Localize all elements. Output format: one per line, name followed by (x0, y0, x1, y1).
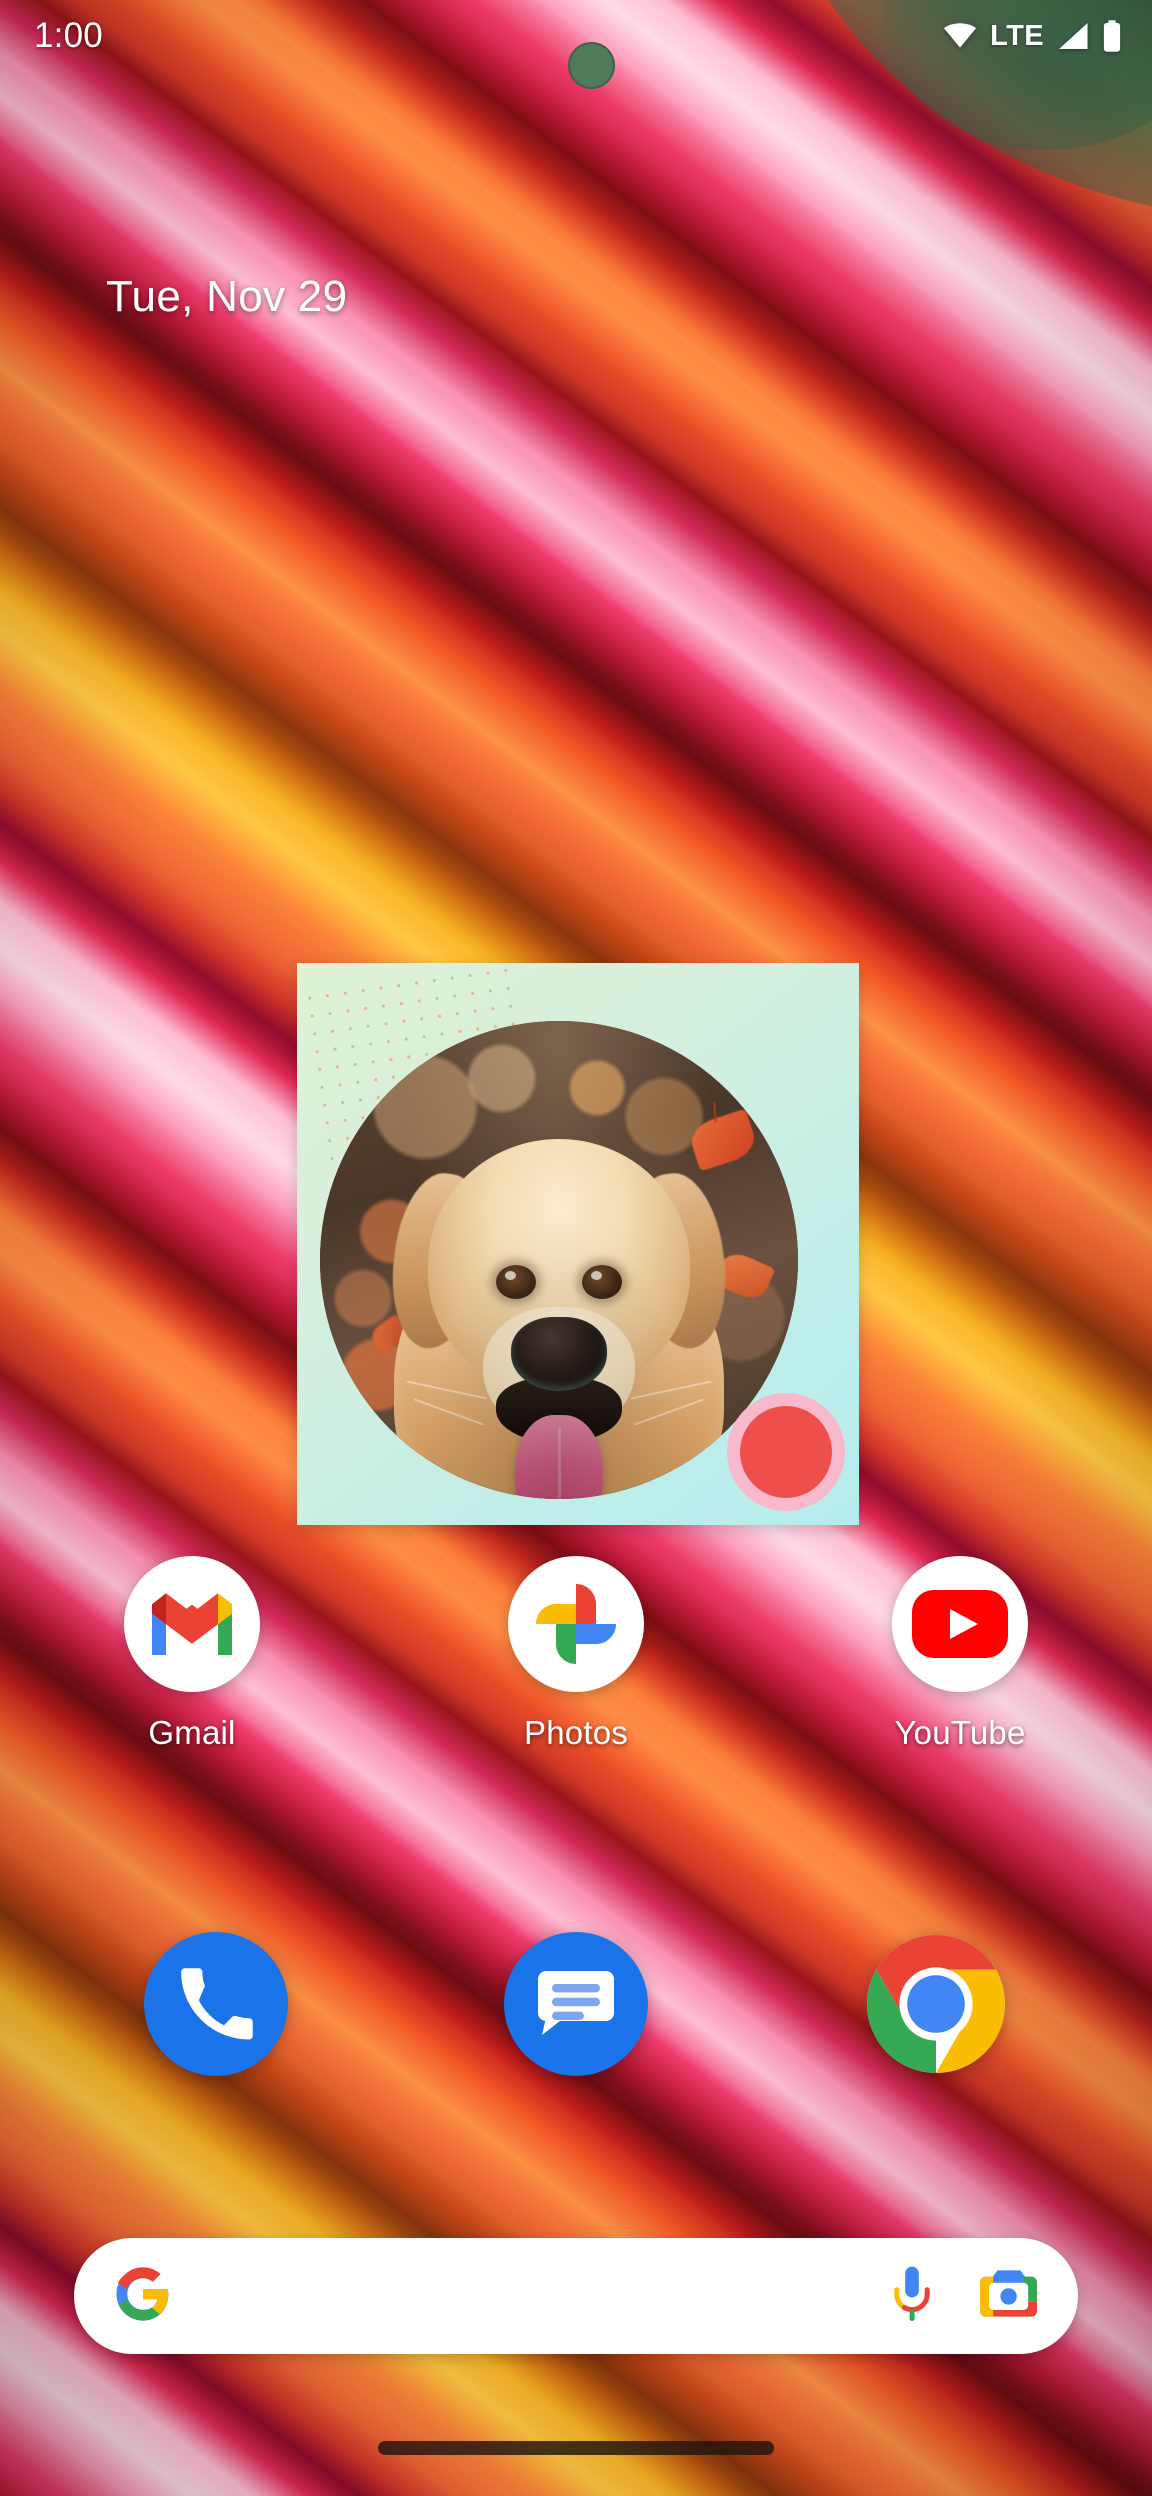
app-youtube[interactable]: YouTube (768, 1556, 1152, 1752)
network-type-label: LTE (990, 19, 1044, 52)
google-lens-icon[interactable] (980, 2266, 1038, 2327)
dock (0, 1932, 1152, 2076)
dog-eye-right (582, 1265, 622, 1299)
dock-item-chrome[interactable] (756, 1932, 1116, 2076)
status-clock: 1:00 (34, 16, 103, 55)
google-search-bar[interactable] (74, 2238, 1078, 2354)
messages-icon[interactable] (504, 1932, 648, 2076)
camera-punch-hole (568, 42, 615, 89)
date-text: Tue, Nov 29 (106, 272, 348, 321)
app-grid-row: Gmail Photos YouTube (0, 1556, 1152, 1752)
wifi-icon (944, 23, 977, 48)
battery-icon (1103, 20, 1121, 52)
home-screen: 1:00 LTE Tue, Nov 29 Gmail Photos YouTub… (0, 0, 1152, 2496)
search-actions (888, 2265, 1038, 2328)
dock-item-phone[interactable] (36, 1932, 396, 2076)
app-gmail[interactable]: Gmail (0, 1556, 384, 1752)
search-input[interactable] (172, 2238, 888, 2354)
google-g-icon (114, 2265, 172, 2328)
widget-badge[interactable] (727, 1393, 845, 1511)
status-icon-cluster: LTE (943, 20, 1122, 53)
app-photos[interactable]: Photos (384, 1556, 768, 1752)
widget-badge-dot (740, 1406, 832, 1498)
app-label: Photos (524, 1714, 628, 1751)
phone-icon[interactable] (144, 1932, 288, 2076)
google-photos-icon[interactable] (508, 1556, 644, 1692)
app-label: Gmail (148, 1714, 236, 1751)
home-gesture-pill[interactable] (378, 2441, 774, 2455)
microphone-icon[interactable] (888, 2265, 936, 2328)
app-label: YouTube (894, 1714, 1026, 1751)
dog-nose (511, 1317, 607, 1391)
chrome-icon[interactable] (864, 1932, 1008, 2076)
photos-widget[interactable] (297, 963, 859, 1525)
date-widget[interactable]: Tue, Nov 29 (106, 272, 347, 322)
dog-eye-left (496, 1265, 536, 1299)
signal-icon (1059, 23, 1088, 49)
navigation-bar[interactable] (0, 2400, 1152, 2496)
gmail-icon[interactable] (124, 1556, 260, 1692)
widget-photo-dog (320, 1021, 798, 1499)
youtube-icon[interactable] (892, 1556, 1028, 1692)
dock-item-messages[interactable] (396, 1932, 756, 2076)
